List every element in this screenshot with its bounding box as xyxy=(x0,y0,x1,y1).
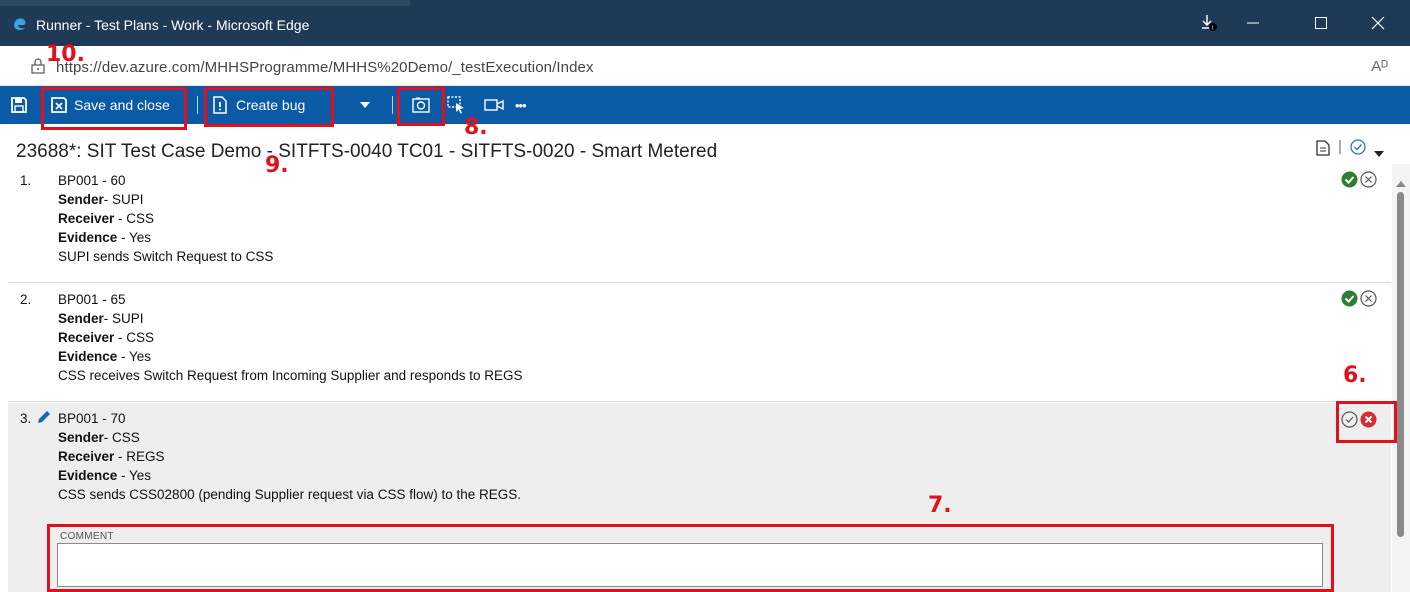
step-number: 3. xyxy=(20,411,32,426)
step-number: 2. xyxy=(20,292,32,307)
read-aloud-icon[interactable]: Aᴰ xyxy=(1371,58,1388,75)
header-separator: | xyxy=(1338,138,1342,155)
lock-icon[interactable] xyxy=(31,58,45,79)
url-field[interactable]: https://dev.azure.com/MHHSProgramme/MHHS… xyxy=(56,59,594,76)
receiver-label: Receiver xyxy=(58,330,115,345)
sender-label: Sender xyxy=(58,192,104,207)
document-icon[interactable] xyxy=(1316,140,1330,161)
more-options-icon[interactable]: ••• xyxy=(515,86,527,124)
steps-scrollbar[interactable] xyxy=(1392,164,1410,592)
pass-step-icon[interactable] xyxy=(1341,290,1358,312)
fail-step-icon[interactable] xyxy=(1360,290,1377,312)
step-body: BP001 - 70 Sender- CSS Receiver - REGS E… xyxy=(58,409,521,504)
evidence-label: Evidence xyxy=(58,230,118,245)
close-icon[interactable] xyxy=(1355,8,1401,38)
evidence-value: - Yes xyxy=(117,468,152,483)
receiver-value: - CSS xyxy=(114,211,155,226)
window-title: Runner - Test Plans - Work - Microsoft E… xyxy=(36,17,310,33)
annotation-number-10: 10. xyxy=(46,42,85,67)
test-case-title: 23688*: SIT Test Case Demo - SITFTS-0040… xyxy=(16,141,718,162)
sender-value: - SUPI xyxy=(103,311,144,326)
step-id: BP001 - 70 xyxy=(58,411,126,426)
address-bar: https://dev.azure.com/MHHSProgramme/MHHS… xyxy=(0,46,1410,86)
sender-label: Sender xyxy=(58,430,104,445)
save-icon[interactable] xyxy=(10,86,28,124)
receiver-label: Receiver xyxy=(58,211,115,226)
test-step: 1. BP001 - 60 Sender- SUPI Receiver - CS… xyxy=(8,165,1391,283)
sender-value: - CSS xyxy=(103,430,140,445)
edit-pencil-icon[interactable] xyxy=(36,410,51,430)
step-result-buttons xyxy=(1341,290,1377,312)
edge-app-icon xyxy=(12,16,28,32)
evidence-value: - Yes xyxy=(117,230,152,245)
pass-step-icon[interactable] xyxy=(1341,171,1358,193)
toolbar-separator xyxy=(197,96,198,114)
receiver-label: Receiver xyxy=(58,449,115,464)
step-description: CSS sends CSS02800 (pending Supplier req… xyxy=(58,487,521,502)
titlebar-accent xyxy=(0,0,410,6)
step-id: BP001 - 60 xyxy=(58,173,126,188)
annotation-box-7 xyxy=(47,524,1334,592)
evidence-value: - Yes xyxy=(117,349,152,364)
annotation-number-6: 6. xyxy=(1343,363,1367,388)
annotation-box-8 xyxy=(397,87,445,126)
toolbar-separator xyxy=(392,96,393,114)
annotation-box-9 xyxy=(204,87,334,127)
download-icon[interactable]: i xyxy=(1186,8,1232,38)
minimize-icon[interactable] xyxy=(1230,8,1276,38)
maximize-icon[interactable] xyxy=(1298,8,1344,38)
window-titlebar: Runner - Test Plans - Work - Microsoft E… xyxy=(0,0,1410,46)
receiver-value: - CSS xyxy=(114,330,155,345)
pass-test-icon[interactable] xyxy=(1350,139,1366,160)
scroll-up-icon[interactable] xyxy=(1396,174,1406,192)
annotation-box-10 xyxy=(41,87,187,130)
step-id: BP001 - 65 xyxy=(58,292,126,307)
evidence-label: Evidence xyxy=(58,349,118,364)
annotation-number-8: 8. xyxy=(464,115,488,140)
create-bug-dropdown-icon[interactable] xyxy=(360,86,370,124)
step-body: BP001 - 60 Sender- SUPI Receiver - CSS E… xyxy=(58,171,273,266)
sender-value: - SUPI xyxy=(103,192,144,207)
step-description: CSS receives Switch Request from Incomin… xyxy=(58,368,523,383)
svg-text:i: i xyxy=(1212,26,1213,32)
step-description: SUPI sends Switch Request to CSS xyxy=(58,249,274,264)
sender-label: Sender xyxy=(58,311,104,326)
test-step: 2. BP001 - 65 Sender- SUPI Receiver - CS… xyxy=(8,284,1391,402)
step-number: 1. xyxy=(20,173,32,188)
step-body: BP001 - 65 Sender- SUPI Receiver - CSS E… xyxy=(58,290,522,385)
receiver-value: - REGS xyxy=(114,449,165,464)
chevron-down-icon[interactable] xyxy=(1374,144,1384,162)
scrollbar-thumb[interactable] xyxy=(1397,192,1404,537)
evidence-label: Evidence xyxy=(58,468,118,483)
step-result-buttons xyxy=(1341,171,1377,193)
annotation-number-9: 9. xyxy=(265,153,289,178)
fail-step-icon[interactable] xyxy=(1360,171,1377,193)
annotation-number-7: 7. xyxy=(928,493,952,518)
annotation-box-6 xyxy=(1336,401,1397,443)
